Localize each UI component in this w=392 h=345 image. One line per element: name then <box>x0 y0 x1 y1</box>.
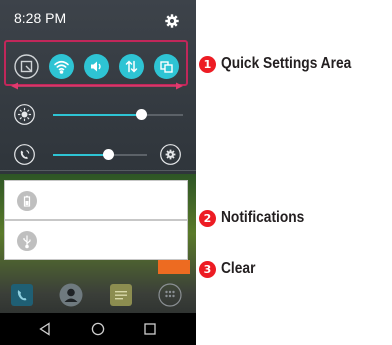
callout-number: 1 <box>199 55 216 73</box>
back-icon[interactable] <box>38 322 52 336</box>
panel-divider <box>0 170 196 171</box>
brightness-track <box>53 109 183 120</box>
volume-knob[interactable] <box>103 149 114 160</box>
sound-icon[interactable] <box>84 54 109 79</box>
data-transfer-icon[interactable] <box>119 54 144 79</box>
dock <box>0 283 196 313</box>
wifi-icon[interactable] <box>49 54 74 79</box>
callout-text: Clear <box>221 260 256 277</box>
notification-panel: 8:28 PM <box>0 0 196 174</box>
notification-card[interactable] <box>4 180 188 220</box>
callout-notifications: 2 Notifications <box>199 208 318 228</box>
messaging-icon[interactable] <box>109 283 133 307</box>
swipe-arrow <box>11 82 183 90</box>
callout-text: Quick Settings Area <box>221 55 352 72</box>
phone-screen: 8:28 PM <box>0 0 196 345</box>
callout-number: 2 <box>199 209 216 227</box>
volume-track <box>53 149 147 160</box>
screen-capture-icon[interactable] <box>14 54 39 79</box>
ringtone-volume-icon <box>14 144 35 165</box>
gear-icon[interactable] <box>165 14 179 28</box>
brightness-slider[interactable] <box>14 104 184 125</box>
navigation-bar <box>0 313 196 345</box>
gear-icon[interactable] <box>160 144 181 165</box>
volume-fill <box>53 154 108 156</box>
callout-number: 3 <box>199 260 216 278</box>
recents-icon[interactable] <box>143 322 157 336</box>
brightness-icon <box>14 104 35 125</box>
quick-settings-area <box>4 40 188 86</box>
usb-icon <box>17 231 37 251</box>
home-icon[interactable] <box>91 322 105 336</box>
apps-icon[interactable] <box>158 283 182 307</box>
brightness-fill <box>53 114 141 116</box>
callout-text: Notifications <box>221 209 305 226</box>
brightness-knob[interactable] <box>136 109 147 120</box>
notification-card[interactable] <box>4 220 188 260</box>
status-time: 8:28 PM <box>14 10 67 26</box>
contacts-icon[interactable] <box>59 283 83 307</box>
battery-icon <box>17 191 37 211</box>
callout-quick-settings: 1 Quick Settings Area <box>199 54 372 74</box>
clear-button[interactable] <box>158 260 190 274</box>
volume-slider[interactable] <box>14 144 184 165</box>
callout-clear: 3 Clear <box>199 259 261 279</box>
phone-icon[interactable] <box>10 283 34 307</box>
multi-window-icon[interactable] <box>154 54 179 79</box>
